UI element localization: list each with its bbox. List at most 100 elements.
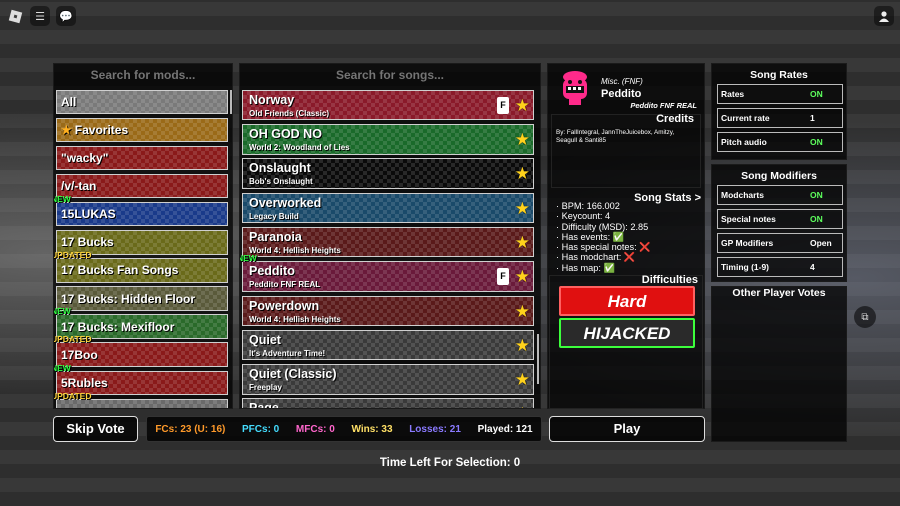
- mod-item[interactable]: All: [56, 89, 228, 115]
- roblox-topbar: ☰ 💬: [6, 6, 76, 26]
- difficulty-button[interactable]: HIJACKED: [559, 318, 695, 348]
- mod-item-label: "wacky": [61, 151, 109, 166]
- favorite-star-icon[interactable]: ★: [515, 336, 530, 356]
- song-subtitle: World 2: Woodland of Lies: [249, 143, 350, 153]
- player-stat: Wins: 33: [351, 423, 393, 435]
- mod-scrollbar[interactable]: [230, 90, 232, 114]
- setting-row[interactable]: GP Modifiers Open: [717, 233, 843, 253]
- song-title: Quiet: [249, 332, 281, 347]
- difficulties-section: Difficulties Hard HIJACKED: [549, 274, 703, 409]
- hamburger-icon[interactable]: ☰: [30, 6, 50, 26]
- favorite-star-icon[interactable]: ★: [515, 130, 530, 150]
- setting-row[interactable]: Timing (1-9) 4: [717, 257, 843, 277]
- player-stat: Losses: 21: [409, 423, 461, 435]
- song-item[interactable]: Quiet (Classic) Freeplay ★: [242, 364, 534, 395]
- setting-label: Special notes: [721, 214, 776, 224]
- song-rates-title: Song Rates: [750, 69, 808, 81]
- mod-item[interactable]: UPDATED: [54, 391, 228, 408]
- mod-search-input[interactable]: [54, 64, 232, 86]
- time-left-label: Time Left For Selection: 0: [379, 457, 521, 469]
- song-scrollbar[interactable]: [537, 334, 539, 384]
- song-title: Powerdown: [249, 298, 320, 313]
- mod-item-label: 17 Bucks Fan Songs: [61, 263, 179, 278]
- mod-item-label: 17Boo: [61, 347, 98, 362]
- setting-row[interactable]: Pitch audio ON: [717, 132, 843, 152]
- song-title: Paranoia: [249, 229, 302, 244]
- setting-label: Current rate: [721, 113, 770, 123]
- song-title: Page: [249, 401, 527, 408]
- avatar-icon[interactable]: [874, 6, 894, 26]
- star-icon: ★: [61, 122, 72, 137]
- song-item[interactable]: OH GOD NO World 2: Woodland of Lies ★: [242, 124, 534, 155]
- setting-row[interactable]: Special notes ON: [717, 209, 843, 229]
- screenshot-icon[interactable]: ⧉: [854, 306, 876, 328]
- mod-item-label: 17 Bucks: [61, 235, 114, 250]
- setting-value[interactable]: ON: [804, 89, 842, 99]
- song-item[interactable]: Paranoia World 4: Hellish Heights ★: [242, 226, 534, 258]
- song-item[interactable]: Overworked Legacy Build ★: [242, 192, 534, 224]
- credits-text: By: FallIntegral, JannTheJuicebox, Amitz…: [556, 129, 675, 144]
- setting-value[interactable]: 1: [804, 113, 842, 123]
- mod-item-label: Favorites: [74, 122, 129, 137]
- setting-value[interactable]: ON: [804, 137, 842, 147]
- song-mod-name: Peddito FNF REAL: [630, 101, 697, 110]
- roblox-logo-icon[interactable]: [6, 7, 24, 25]
- player-stats-bar: FCs: 23 (U: 16) PFCs: 0 MFCs: 0 Wins: 33 Los…: [146, 416, 542, 442]
- setting-row[interactable]: Current rate 1: [717, 108, 843, 128]
- song-item[interactable]: NEW Peddito Peddito FNF REAL F ★: [240, 253, 534, 292]
- song-item[interactable]: Powerdown World 4: Hellish Heights ★: [242, 295, 534, 327]
- song-list[interactable]: Norway Old Friends (Classic) F ★ OH GOD NO Wo…: [240, 86, 536, 408]
- favorite-star-icon[interactable]: ★: [515, 96, 530, 116]
- other-votes-panel: Other Player Votes: [711, 286, 847, 442]
- favorite-star-icon[interactable]: ★: [515, 233, 530, 253]
- favorite-star-icon[interactable]: ★: [515, 164, 530, 184]
- credits-section: Credits By: FallIntegral, JannTheJuicebo…: [551, 113, 701, 188]
- song-stat-line: · Difficulty (MSD): 2.85: [556, 221, 649, 232]
- favorite-star-icon[interactable]: ★: [515, 302, 530, 322]
- fc-badge-icon: F: [497, 96, 509, 114]
- mod-tag-badge: NEW: [54, 193, 71, 204]
- play-button[interactable]: Play: [549, 416, 705, 442]
- song-title: Norway: [249, 92, 295, 107]
- mod-item[interactable]: "wacky": [56, 145, 228, 171]
- player-stat: FCs: 23 (U: 16): [155, 423, 226, 435]
- song-subtitle: World 4: Hellish Heights: [249, 314, 341, 324]
- song-category: Misc. (FNF): [601, 77, 643, 86]
- mod-item[interactable]: 17 Bucks: Hidden Floor: [56, 286, 228, 311]
- favorite-star-icon[interactable]: ★: [515, 370, 530, 390]
- mod-item[interactable]: UPDATED 17Boo: [54, 334, 228, 367]
- mod-item[interactable]: ★ Favorites: [56, 117, 228, 143]
- setting-value[interactable]: 4: [804, 262, 842, 272]
- mod-item[interactable]: UPDATED 17 Bucks Fan Songs: [54, 250, 228, 283]
- player-stat: PFCs: 0: [242, 423, 280, 435]
- setting-row[interactable]: Rates ON: [717, 84, 843, 104]
- song-rates-panel: Song Rates Rates ON Current rate 1 Pitch aud…: [711, 63, 847, 160]
- song-subtitle: Freeplay: [249, 383, 282, 393]
- setting-value[interactable]: Open: [804, 238, 842, 248]
- favorite-star-icon[interactable]: ★: [515, 404, 530, 408]
- mod-list[interactable]: All ★ Favorites "wacky"/v/-tan NEW 15LUKAS 17 …: [54, 86, 230, 408]
- setting-value[interactable]: ON: [804, 190, 842, 200]
- song-title: Onslaught: [249, 161, 311, 176]
- song-item[interactable]: Norway Old Friends (Classic) F ★: [242, 89, 534, 121]
- skip-vote-button[interactable]: Skip Vote: [53, 416, 138, 442]
- favorite-star-icon[interactable]: ★: [515, 199, 530, 219]
- setting-row[interactable]: Modcharts ON: [717, 185, 843, 205]
- song-search-input[interactable]: [240, 64, 540, 86]
- song-item[interactable]: Onslaught Bob's Onslaught ★: [242, 158, 534, 189]
- setting-label: Timing (1-9): [721, 262, 770, 272]
- setting-value[interactable]: ON: [804, 214, 842, 224]
- chat-icon[interactable]: 💬: [56, 6, 76, 26]
- mod-item-label: /v/-tan: [61, 179, 97, 194]
- song-tag-badge: NEW: [240, 253, 257, 264]
- song-item[interactable]: Page★: [242, 398, 534, 408]
- song-item[interactable]: Quiet It's Adventure Time! ★: [242, 329, 534, 361]
- difficulty-button[interactable]: Hard: [559, 286, 695, 316]
- mod-item[interactable]: /v/-tan: [56, 173, 228, 199]
- mod-item[interactable]: NEW 15LUKAS: [54, 194, 228, 227]
- mod-tag-badge: UPDATED: [54, 390, 92, 401]
- player-stat: MFCs: 0: [295, 423, 335, 435]
- favorite-star-icon[interactable]: ★: [515, 267, 530, 287]
- song-stats-section: Song Stats > · BPM: 166.002 · Keycount: 4…: [551, 192, 701, 273]
- song-title: Quiet (Classic): [249, 367, 337, 382]
